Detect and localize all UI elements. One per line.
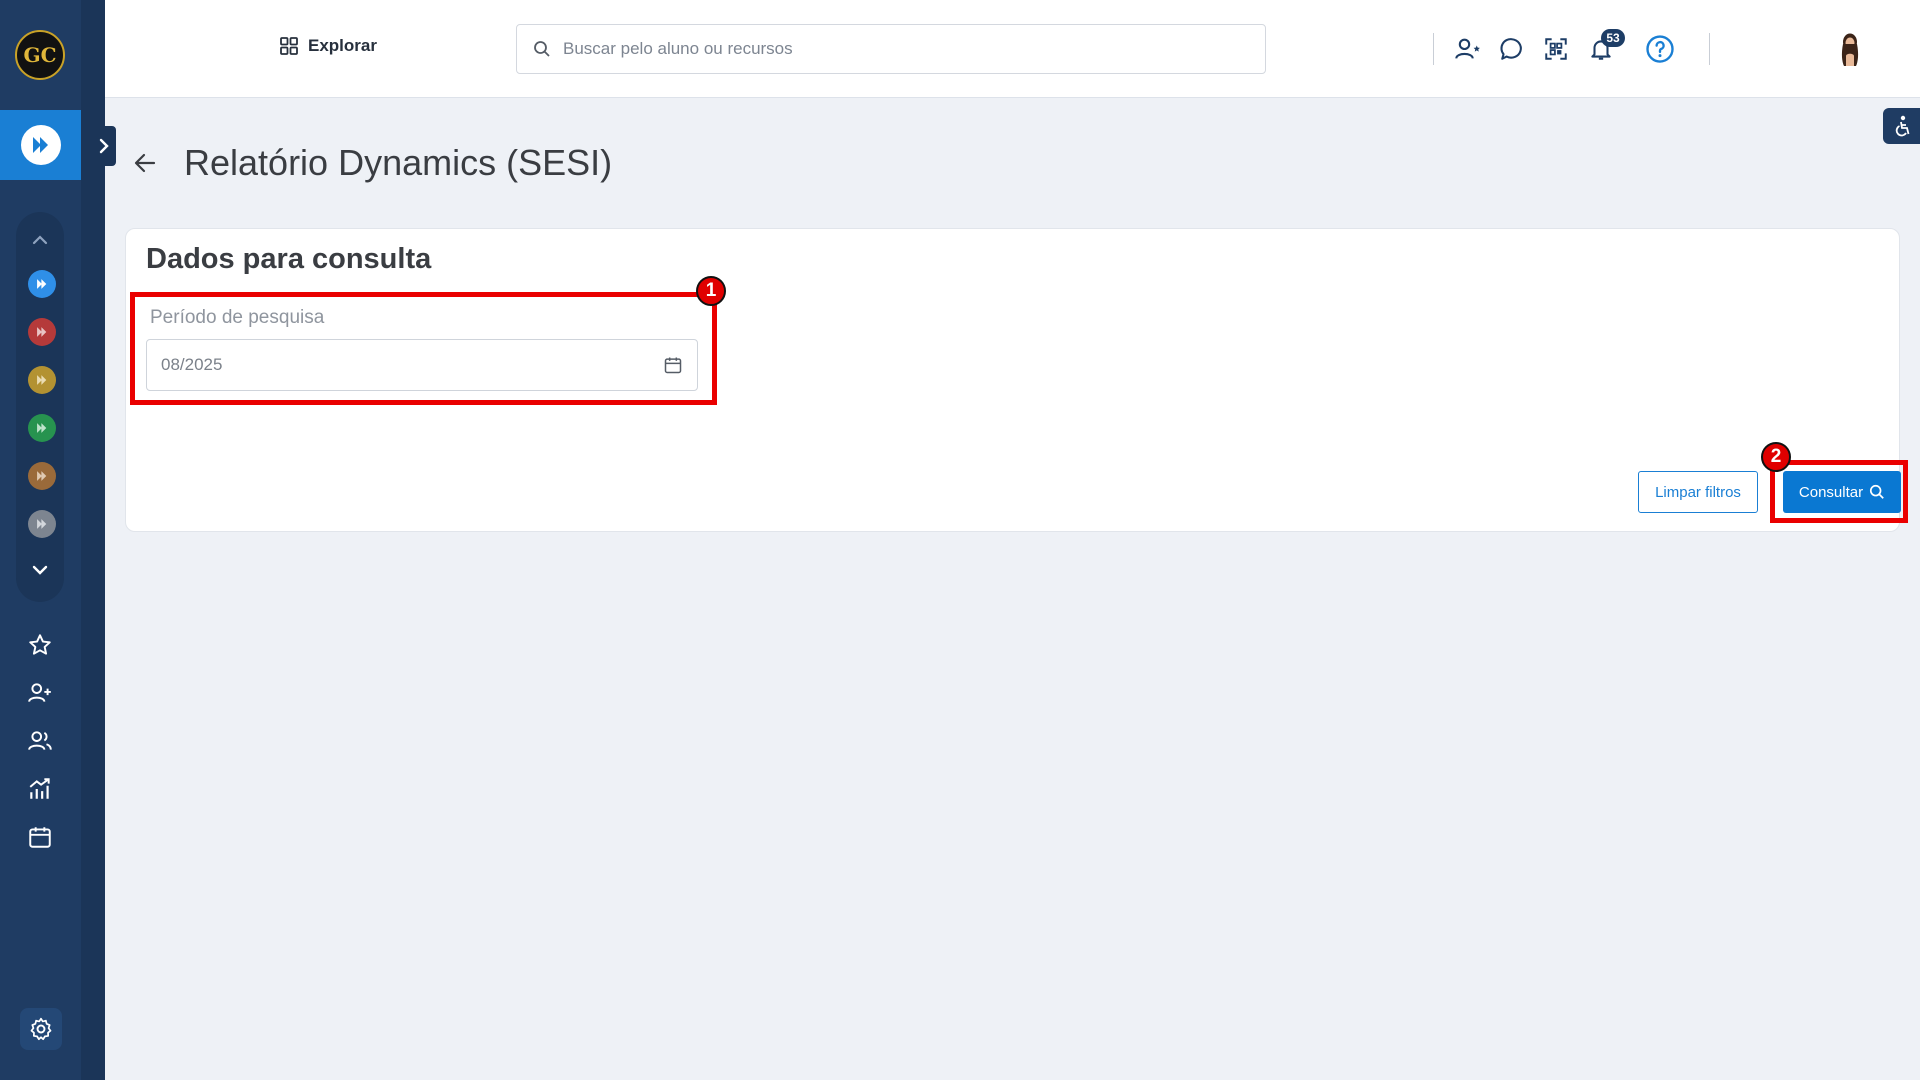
add-user-top-icon[interactable] [1450,31,1486,67]
calendar-icon[interactable] [24,821,56,853]
explore-button[interactable]: Explorar [280,36,377,56]
module-blue-button[interactable] [28,270,56,298]
grid-icon [280,37,298,55]
company-logo[interactable]: GC [15,30,65,80]
explore-label: Explorar [308,36,377,55]
add-user-icon[interactable] [24,677,56,709]
module-switcher [16,212,64,602]
chevron-right-icon [99,138,109,154]
module-icon [20,125,61,165]
module-red-button[interactable] [28,318,56,346]
annotation-box-1 [130,292,717,405]
module-green-button[interactable] [28,414,56,442]
active-module-button[interactable] [0,110,81,180]
divider [1709,33,1710,65]
chevron-up-icon[interactable] [24,224,56,256]
notifications-button[interactable]: 53 [1583,29,1625,67]
annotation-marker-2: 2 [1761,442,1791,472]
back-button[interactable] [130,148,160,178]
accessibility-icon [1895,115,1909,137]
star-icon[interactable] [24,629,56,661]
notification-badge: 53 [1601,29,1625,47]
qr-code-icon[interactable] [1538,31,1574,67]
search-input[interactable] [563,39,1243,59]
arrow-left-icon [134,153,156,173]
module-gray-button[interactable] [28,510,56,538]
module-gold-icon [37,375,47,385]
search-bar[interactable] [516,24,1266,74]
module-gray-icon [37,519,47,529]
settings-button[interactable] [20,1008,62,1050]
sidebar: GC [0,0,116,1080]
module-brown-button[interactable] [28,462,56,490]
chevron-down-icon[interactable] [24,554,56,586]
page-title: Relatório Dynamics (SESI) [184,142,613,183]
clear-filters-button[interactable]: Limpar filtros [1638,471,1758,513]
divider [1433,33,1434,65]
chart-icon[interactable] [24,773,56,805]
module-gold-button[interactable] [28,366,56,394]
users-icon[interactable] [24,725,56,757]
top-bar: Explorar 53 [105,0,1920,98]
user-avatar[interactable] [1828,31,1872,67]
card-title: Dados para consulta [146,243,432,275]
help-icon[interactable] [1642,31,1678,67]
module-brown-icon [37,471,47,481]
module-red-icon [37,327,47,337]
chat-icon[interactable] [1494,31,1530,67]
accessibility-button[interactable] [1883,108,1920,144]
annotation-marker-1: 1 [696,276,726,306]
annotation-box-2 [1770,460,1908,523]
gear-icon [30,1017,52,1041]
expand-sidebar-button[interactable] [92,126,116,166]
module-blue-icon [37,279,47,289]
module-green-icon [37,423,47,433]
search-icon [534,41,550,57]
